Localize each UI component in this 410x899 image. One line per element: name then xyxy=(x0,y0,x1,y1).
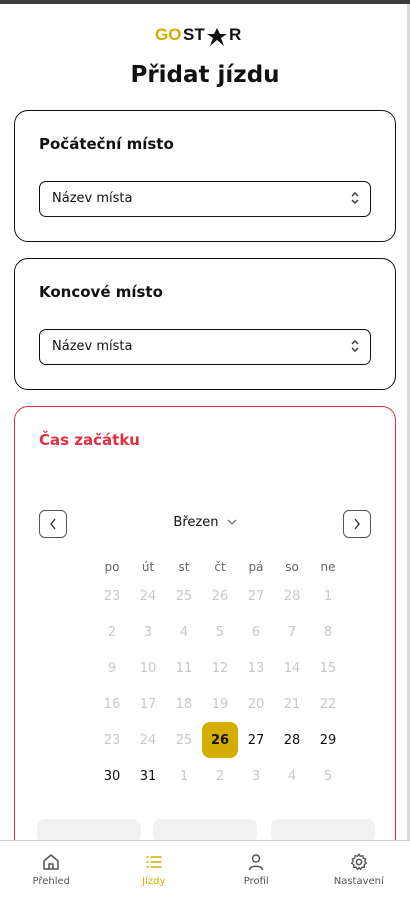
calendar-day: 17 xyxy=(139,696,157,712)
app-logo: GO ST R xyxy=(0,20,410,50)
month-select[interactable]: Březen xyxy=(15,515,395,530)
weekday-header: po út st čt pá so ne xyxy=(94,560,346,574)
calendar-day: 21 xyxy=(283,696,301,712)
calendar-day[interactable]: 28 xyxy=(274,722,310,758)
month-label: Březen xyxy=(173,515,219,530)
nav-item-profil[interactable]: Profil xyxy=(205,841,308,899)
end-place-title: Koncové místo xyxy=(39,283,163,301)
calendar-day: 3 xyxy=(251,768,261,784)
nav-item-jizdy[interactable]: Jízdy xyxy=(103,841,206,899)
status-bar xyxy=(0,0,410,4)
calendar-day[interactable]: 30 xyxy=(94,758,130,794)
calendar-week: 23 24 25 26 27 28 29 xyxy=(94,722,346,758)
nav-label: Přehled xyxy=(32,876,70,887)
weekday-label: út xyxy=(141,560,155,574)
calendar-day: 24 xyxy=(139,732,157,748)
calendar-day: 2 xyxy=(107,624,117,640)
calendar-day: 19 xyxy=(211,696,229,712)
calendar-day: 27 xyxy=(247,588,265,604)
calendar-day: 4 xyxy=(287,768,297,784)
calendar-week: 16 17 18 19 20 21 22 xyxy=(94,686,346,722)
calendar-day: 10 xyxy=(139,660,157,676)
svg-text:ST: ST xyxy=(183,25,205,44)
start-place-title: Počáteční místo xyxy=(39,135,174,153)
calendar-day: 7 xyxy=(287,624,297,640)
svg-text:GO: GO xyxy=(155,25,181,44)
nav-label: Nastavení xyxy=(333,876,384,887)
page-title: Přidat jízdu xyxy=(130,62,280,88)
calendar-day: 28 xyxy=(283,588,301,604)
calendar-day: 6 xyxy=(251,624,261,640)
start-place-card: Počáteční místo Název místa xyxy=(14,110,396,242)
calendar-day: 25 xyxy=(175,588,193,604)
calendar-day[interactable]: 29 xyxy=(310,722,346,758)
list-icon xyxy=(145,856,162,868)
calendar-day[interactable]: 31 xyxy=(130,758,166,794)
calendar-day: 12 xyxy=(211,660,229,676)
home-icon xyxy=(43,854,59,870)
calendar-day: 18 xyxy=(175,696,193,712)
user-icon xyxy=(249,854,264,871)
calendar-day: 5 xyxy=(323,768,333,784)
calendar-week: 9 10 11 12 13 14 15 xyxy=(94,650,346,686)
nav-label: Profil xyxy=(243,876,269,887)
calendar-week: 2 3 4 5 6 7 8 xyxy=(94,614,346,650)
calendar-day: 5 xyxy=(215,624,225,640)
chevron-up-down-icon xyxy=(351,340,359,352)
start-place-select-value: Název místa xyxy=(52,191,133,206)
calendar-day: 25 xyxy=(175,732,193,748)
calendar-day: 11 xyxy=(175,660,193,676)
start-place-select[interactable]: Název místa xyxy=(39,181,371,217)
calendar-day[interactable]: 27 xyxy=(238,722,274,758)
end-place-select-value: Název místa xyxy=(52,339,133,354)
calendar-day: 13 xyxy=(247,660,265,676)
chevron-down-icon xyxy=(227,515,237,530)
calendar-day: 1 xyxy=(323,588,333,604)
nav-label: Jízdy xyxy=(142,876,166,887)
weekday-label: so xyxy=(285,560,299,574)
calendar-day: 24 xyxy=(139,588,157,604)
calendar-day: 23 xyxy=(103,588,121,604)
weekday-label: st xyxy=(178,560,190,574)
next-month-button[interactable] xyxy=(343,510,371,538)
calendar-day: 2 xyxy=(215,768,225,784)
nav-item-prehled[interactable]: Přehled xyxy=(0,841,103,899)
weekday-label: pá xyxy=(248,560,264,574)
calendar-grid: 23 24 25 26 27 28 1 2 3 4 5 6 7 8 9 10 1… xyxy=(94,578,346,794)
weekday-label: čt xyxy=(214,560,226,574)
calendar-week: 23 24 25 26 27 28 1 xyxy=(94,578,346,614)
calendar-day: 22 xyxy=(319,696,337,712)
end-place-card: Koncové místo Název místa xyxy=(14,258,396,390)
calendar-day: 26 xyxy=(211,588,229,604)
calendar-day-selected[interactable]: 26 xyxy=(202,722,238,758)
nav-item-nastaveni[interactable]: Nastavení xyxy=(308,841,410,899)
gear-icon xyxy=(350,853,367,871)
weekday-label: po xyxy=(104,560,120,574)
chevron-right-icon xyxy=(354,518,360,530)
calendar-day: 20 xyxy=(247,696,265,712)
calendar-day: 14 xyxy=(283,660,301,676)
calendar-day: 8 xyxy=(323,624,333,640)
start-time-card: Čas začátku Březen po út st čt pá so ne … xyxy=(14,406,396,866)
svg-text:R: R xyxy=(229,25,241,44)
end-place-select[interactable]: Název místa xyxy=(39,329,371,365)
calendar-day: 9 xyxy=(107,660,117,676)
start-time-title: Čas začátku xyxy=(39,431,140,449)
calendar-day: 3 xyxy=(143,624,153,640)
calendar-day: 16 xyxy=(103,696,121,712)
chevron-up-down-icon xyxy=(351,192,359,204)
bottom-navigation: Přehled Jízdy Profil Nastavení xyxy=(0,840,410,899)
gostar-logo-icon: GO ST R xyxy=(155,25,241,46)
calendar-day: 15 xyxy=(319,660,337,676)
calendar-day: 23 xyxy=(103,732,121,748)
calendar-day: 4 xyxy=(179,624,189,640)
calendar-week: 30 31 1 2 3 4 5 xyxy=(94,758,346,794)
weekday-label: ne xyxy=(320,560,336,574)
calendar-day: 1 xyxy=(179,768,189,784)
